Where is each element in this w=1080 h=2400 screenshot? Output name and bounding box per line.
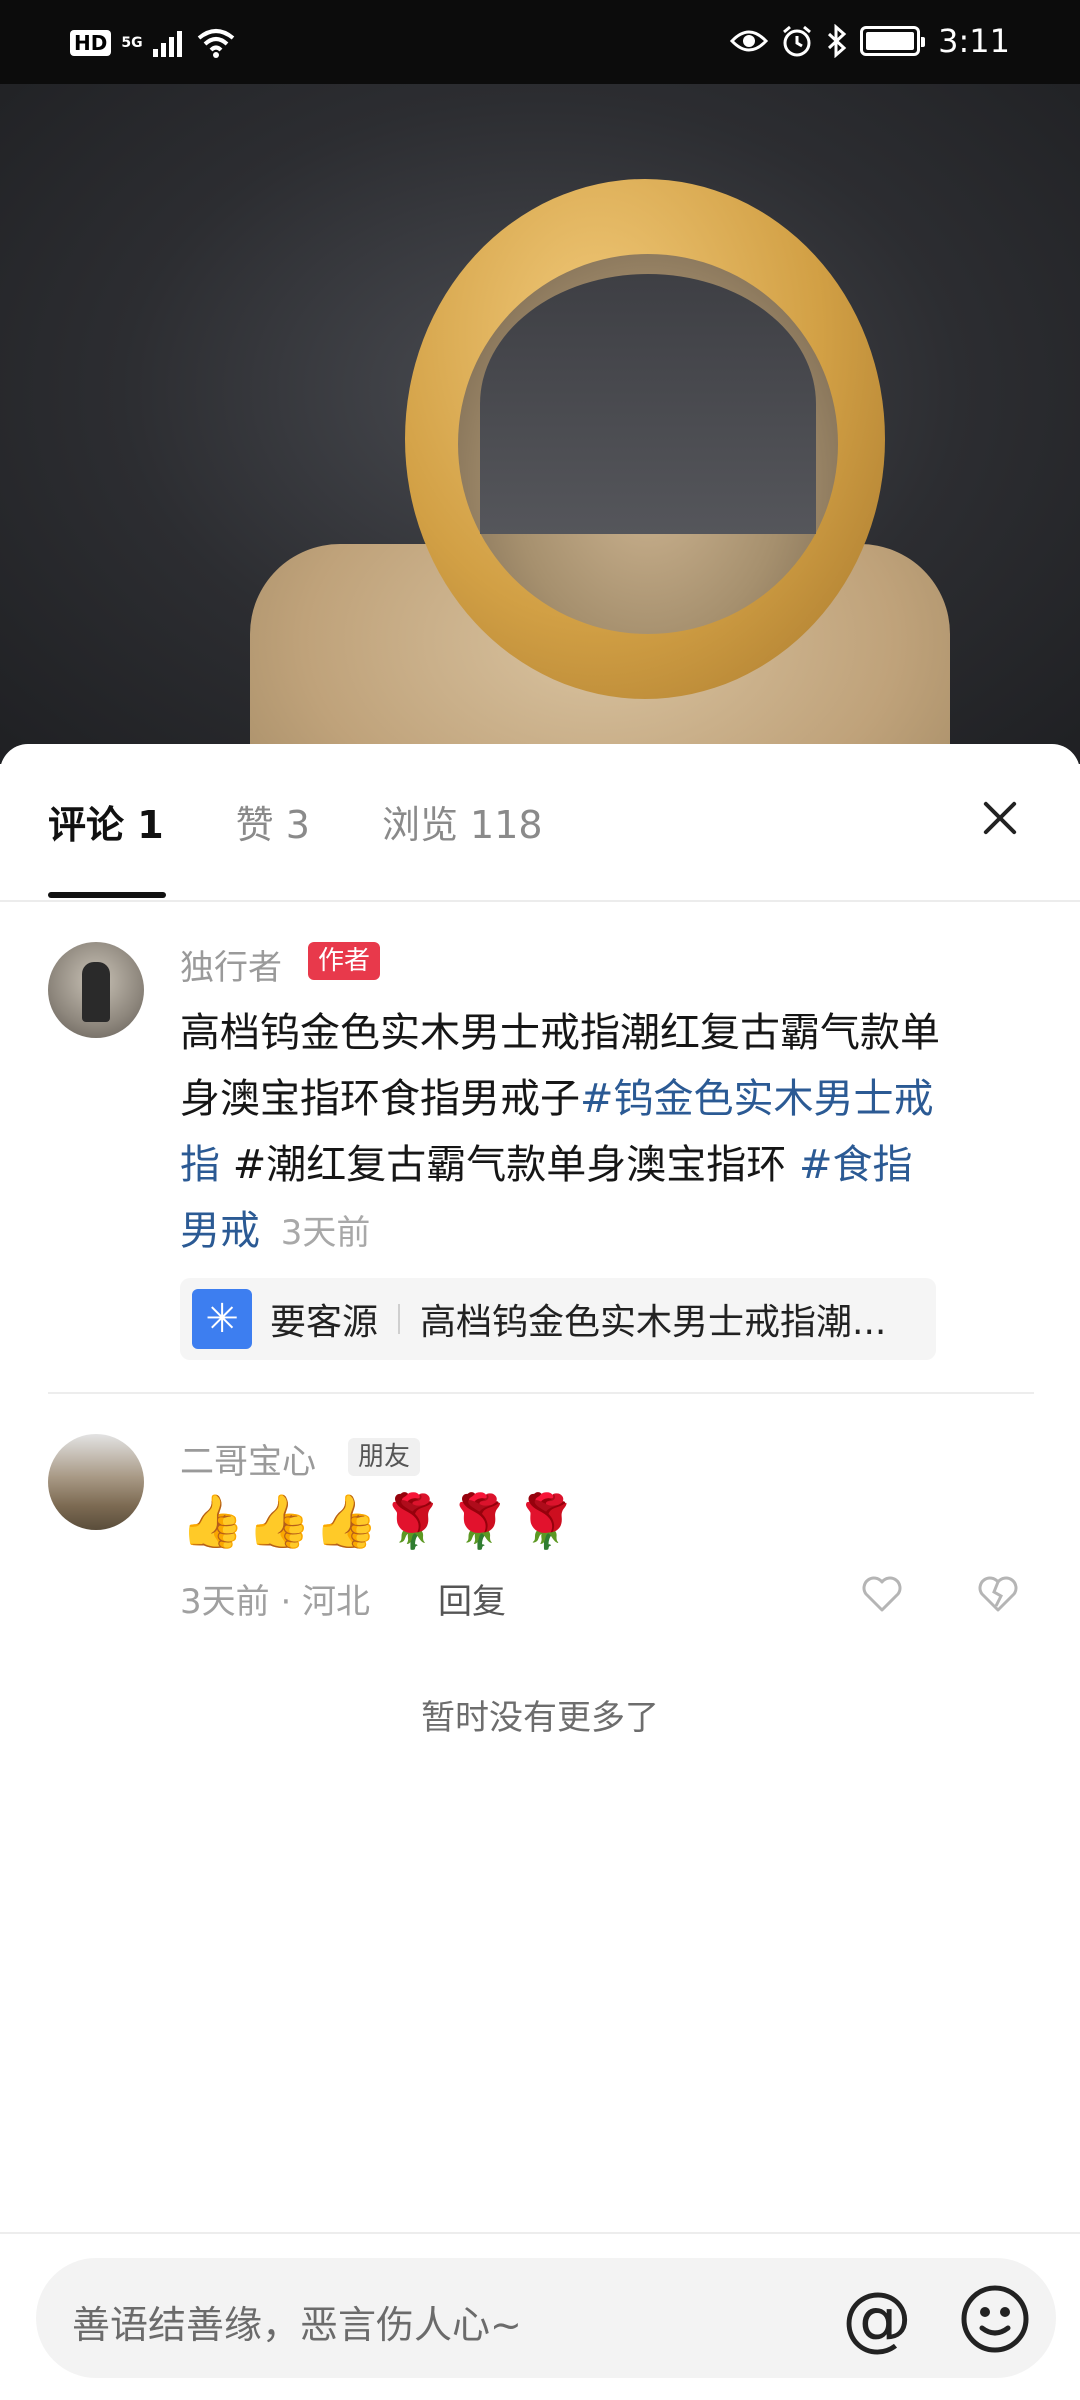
status-right: 3:11 [730,22,1010,60]
heart-icon[interactable] [858,1570,906,1618]
eye-icon [730,30,769,52]
comment-author-name[interactable]: 二哥宝心 [180,1434,316,1483]
promo-description: 高档钨金色实木男士戒指潮... [420,1302,887,1343]
signal-icon [152,31,182,57]
reply-button[interactable]: 回复 [438,1574,506,1623]
status-time: 3:11 [938,22,1010,60]
comment-text-plain-2: #潮红复古霸气款单身澳宝指环 [232,1142,787,1188]
tab-views[interactable]: 浏览 118 [382,794,543,849]
comment-emoji-text: 👍👍👍🌹🌹🌹 [180,1492,581,1552]
comment-tabs: 评论 1 赞 3 浏览 118 [48,794,543,849]
asterisk-icon: ✳ [192,1289,252,1349]
status-left: HD 5G [70,28,235,58]
video-ring-hole [480,274,816,534]
avatar[interactable] [48,1434,144,1530]
wifi-icon [197,29,234,58]
tab-comments[interactable]: 评论 1 [48,794,164,849]
avatar[interactable] [48,942,144,1038]
comment-meta: 3天前 · 河北 [180,1582,371,1622]
active-tab-indicator [48,892,166,898]
promo-title: 要客源 [270,1302,379,1343]
bluetooth-icon [828,24,847,58]
friend-badge: 朋友 [348,1438,421,1476]
mention-icon[interactable]: @ [842,2278,912,2358]
video-preview[interactable] [0,84,1080,764]
network-type-label: 5G [121,35,143,51]
comment-text: 高档钨金色实木男士戒指潮红复古霸气款单身澳宝指环食指男戒子#钨金色实木男士戒指 … [180,1000,950,1266]
close-icon[interactable] [982,800,1018,836]
comment-input[interactable]: 善语结善缘，恶言伤人心~ @ [36,2258,1056,2378]
promo-card[interactable]: ✳ 要客源 高档钨金色实木男士戒指潮... [180,1278,936,1360]
battery-icon [860,26,926,56]
avatar-figure [82,962,110,1022]
broken-heart-icon[interactable] [974,1570,1022,1618]
alarm-icon [783,25,812,57]
comment-author-name[interactable]: 独行者 [180,940,282,989]
comment-input-placeholder: 善语结善缘，恶言伤人心~ [72,2303,522,2347]
comment-sheet: 评论 1 赞 3 浏览 118 独行者 作者 高档钨金色实木男士戒指潮红复古霸气… [0,744,1080,2400]
status-bar: HD 5G 3:11 [0,0,1080,84]
promo-separator [398,1304,401,1334]
emoji-icon[interactable] [960,2284,1030,2354]
input-divider [0,2232,1080,2234]
comment-divider [48,1392,1034,1394]
comment-time: 3天前 [280,1213,371,1253]
tab-likes[interactable]: 赞 3 [236,794,310,849]
author-badge: 作者 [308,942,381,980]
no-more-text: 暂时没有更多了 [421,1698,659,1738]
hd-icon: HD [70,30,112,56]
tabs-divider [0,900,1080,902]
